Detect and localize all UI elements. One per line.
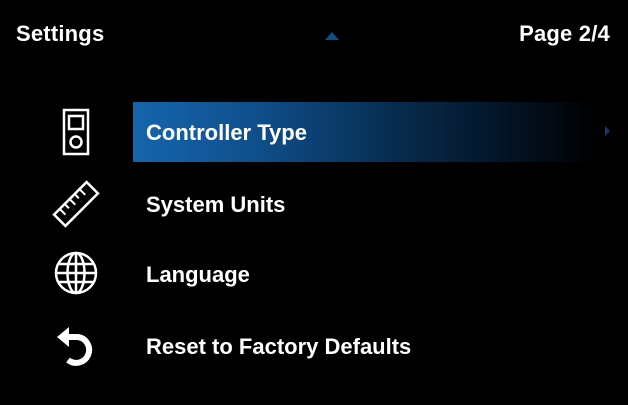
ruler-icon: [46, 179, 106, 229]
settings-screen: Settings Page 2/4 Controller Type System…: [6, 6, 622, 399]
chevron-right-icon: [605, 126, 610, 136]
menu-item-label: System Units: [146, 192, 286, 217]
page-indicator: Page 2/4: [519, 21, 610, 46]
menu-item-controller-type[interactable]: Controller Type: [6, 102, 622, 162]
reset-arrow-icon: [46, 321, 106, 371]
menu-item-label: Reset to Factory Defaults: [146, 334, 412, 359]
header-bar: Settings Page 2/4: [6, 6, 622, 60]
page-title: Settings: [16, 21, 105, 46]
menu-item-reset-factory-defaults[interactable]: Reset to Factory Defaults: [6, 316, 622, 376]
controller-device-icon: [46, 107, 106, 157]
menu-item-language[interactable]: Language: [6, 244, 622, 304]
menu-item-label: Controller Type: [146, 120, 307, 145]
globe-icon: [46, 249, 106, 299]
menu-item-label: Language: [146, 262, 250, 287]
triangle-up-icon[interactable]: [325, 32, 339, 40]
menu-item-system-units[interactable]: System Units: [6, 174, 622, 234]
